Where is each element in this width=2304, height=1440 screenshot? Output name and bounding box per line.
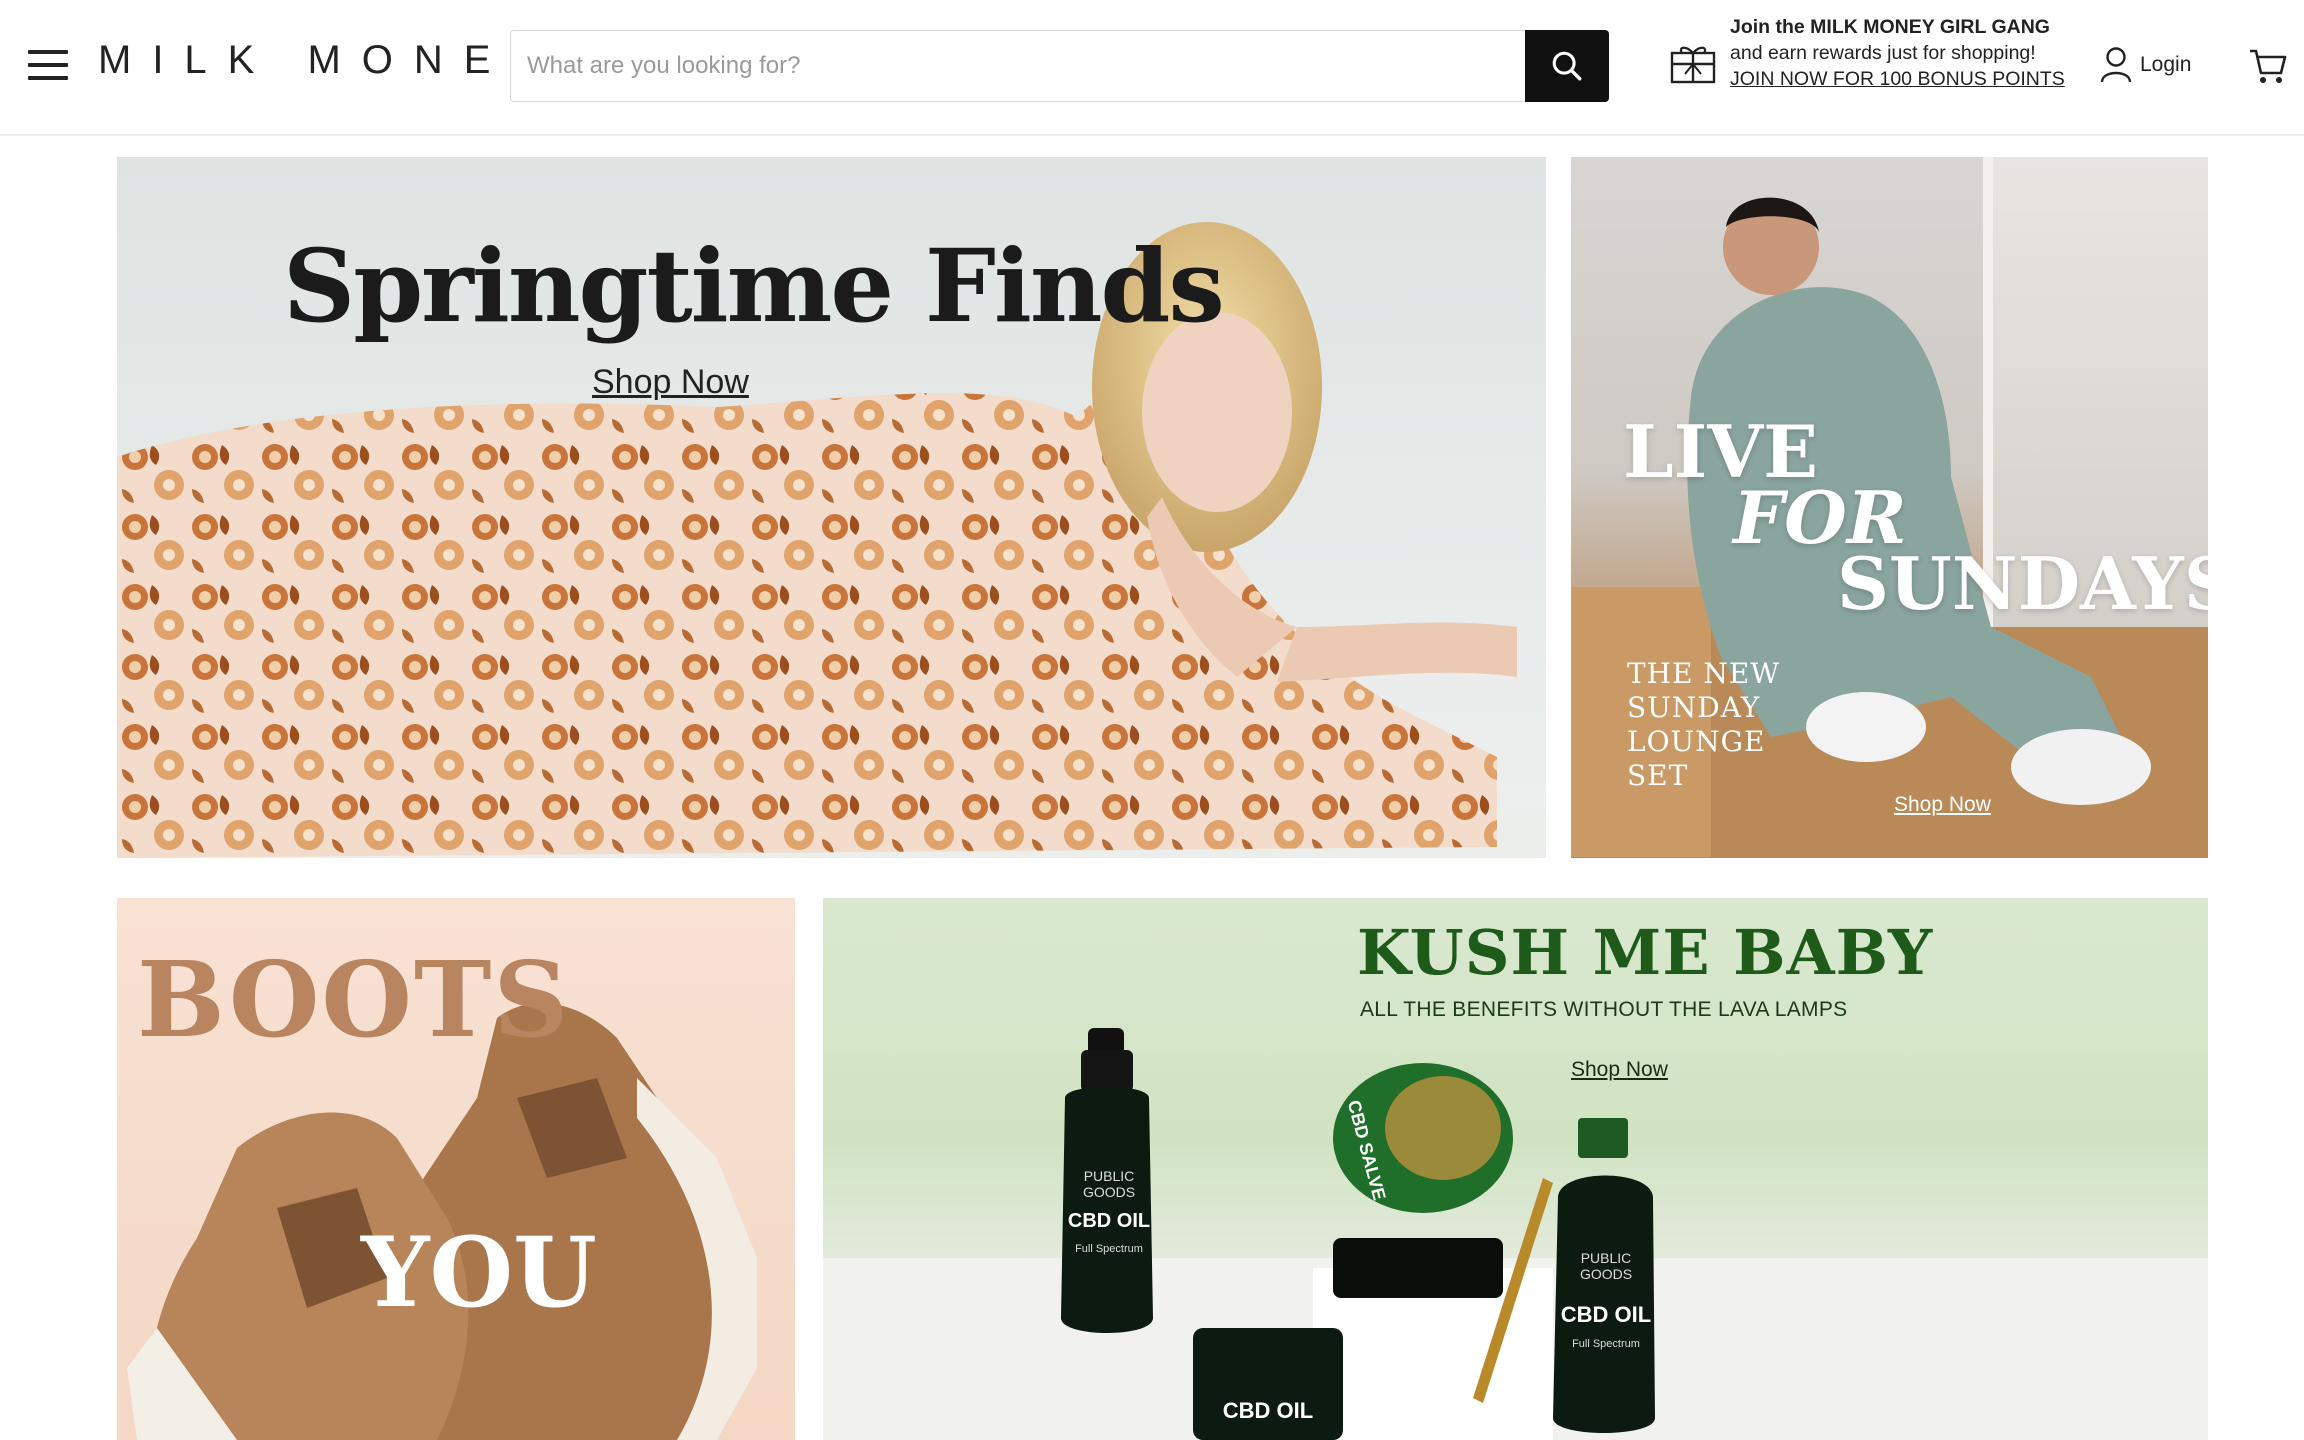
boots-you-text: YOU	[361, 1216, 597, 1329]
rewards-text: Join the MILK MONEY GIRL GANG and earn r…	[1730, 14, 2070, 92]
oil-bottle-label: CBD OIL	[1067, 1210, 1151, 1232]
kush-shop-now-link[interactable]: Shop Now	[1571, 1058, 1668, 1082]
join-rewards-link[interactable]: JOIN NOW FOR 100 BONUS POINTS	[1730, 68, 2065, 90]
boots-banner[interactable]: BOOTS YOU	[117, 898, 795, 1440]
oil-bottle-brand: PUBLIC GOODS	[1082, 1168, 1136, 1200]
springtime-title: Springtime Finds	[283, 227, 1225, 345]
oil-bottle-2-spectrum: Full Spectrum	[1572, 1338, 1640, 1350]
live-for-sundays-banner[interactable]: LIVE FOR SUNDAYS THE NEW SUNDAY LOUNGE S…	[1571, 157, 2208, 858]
login-label: Login	[2140, 53, 2192, 76]
login-link[interactable]: Login	[2100, 46, 2191, 84]
sundays-shop-now-link[interactable]: Shop Now	[1894, 793, 1991, 817]
search-bar	[510, 30, 1609, 102]
user-icon	[2100, 47, 2132, 83]
site-header: MILK MONEY Join the MILK MONEY GIRL GANG…	[0, 0, 2304, 136]
gift-icon	[1670, 46, 1716, 84]
boots-title: BOOTS	[137, 938, 571, 1061]
oil-bottle-2-label: CBD OIL	[1560, 1302, 1652, 1327]
oil-bottle-spectrum: Full Spectrum	[1075, 1243, 1143, 1255]
kush-me-baby-banner[interactable]: PUBLIC GOODS CBD OIL Full Spectrum CBD S…	[823, 898, 2208, 1440]
site-logo[interactable]: MILK MONEY	[98, 38, 559, 83]
search-input[interactable]	[511, 31, 1526, 101]
search-button[interactable]	[1525, 30, 1609, 102]
salve-jar-2-label: CBD OIL	[1222, 1398, 1314, 1423]
cart-icon[interactable]	[2248, 46, 2288, 86]
hamburger-menu-icon[interactable]	[28, 50, 68, 82]
kush-title: KUSH ME BABY	[1357, 916, 1934, 989]
sundays-subtitle: THE NEW SUNDAY LOUNGE SET	[1627, 657, 1781, 792]
rewards-description: and earn rewards just for shopping!	[1730, 42, 2036, 64]
search-icon	[1552, 51, 1582, 81]
oil-bottle-2-brand: PUBLIC GOODS	[1579, 1250, 1633, 1282]
rewards-headline: Join the MILK MONEY GIRL GANG	[1730, 16, 2050, 38]
kush-subtitle: ALL THE BENEFITS WITHOUT THE LAVA LAMPS	[1360, 998, 1848, 1021]
springtime-shop-now-link[interactable]: Shop Now	[592, 363, 749, 402]
sundays-line-3: SUNDAYS	[1837, 541, 2208, 626]
springtime-finds-banner[interactable]: Springtime Finds Shop Now	[117, 157, 1546, 858]
